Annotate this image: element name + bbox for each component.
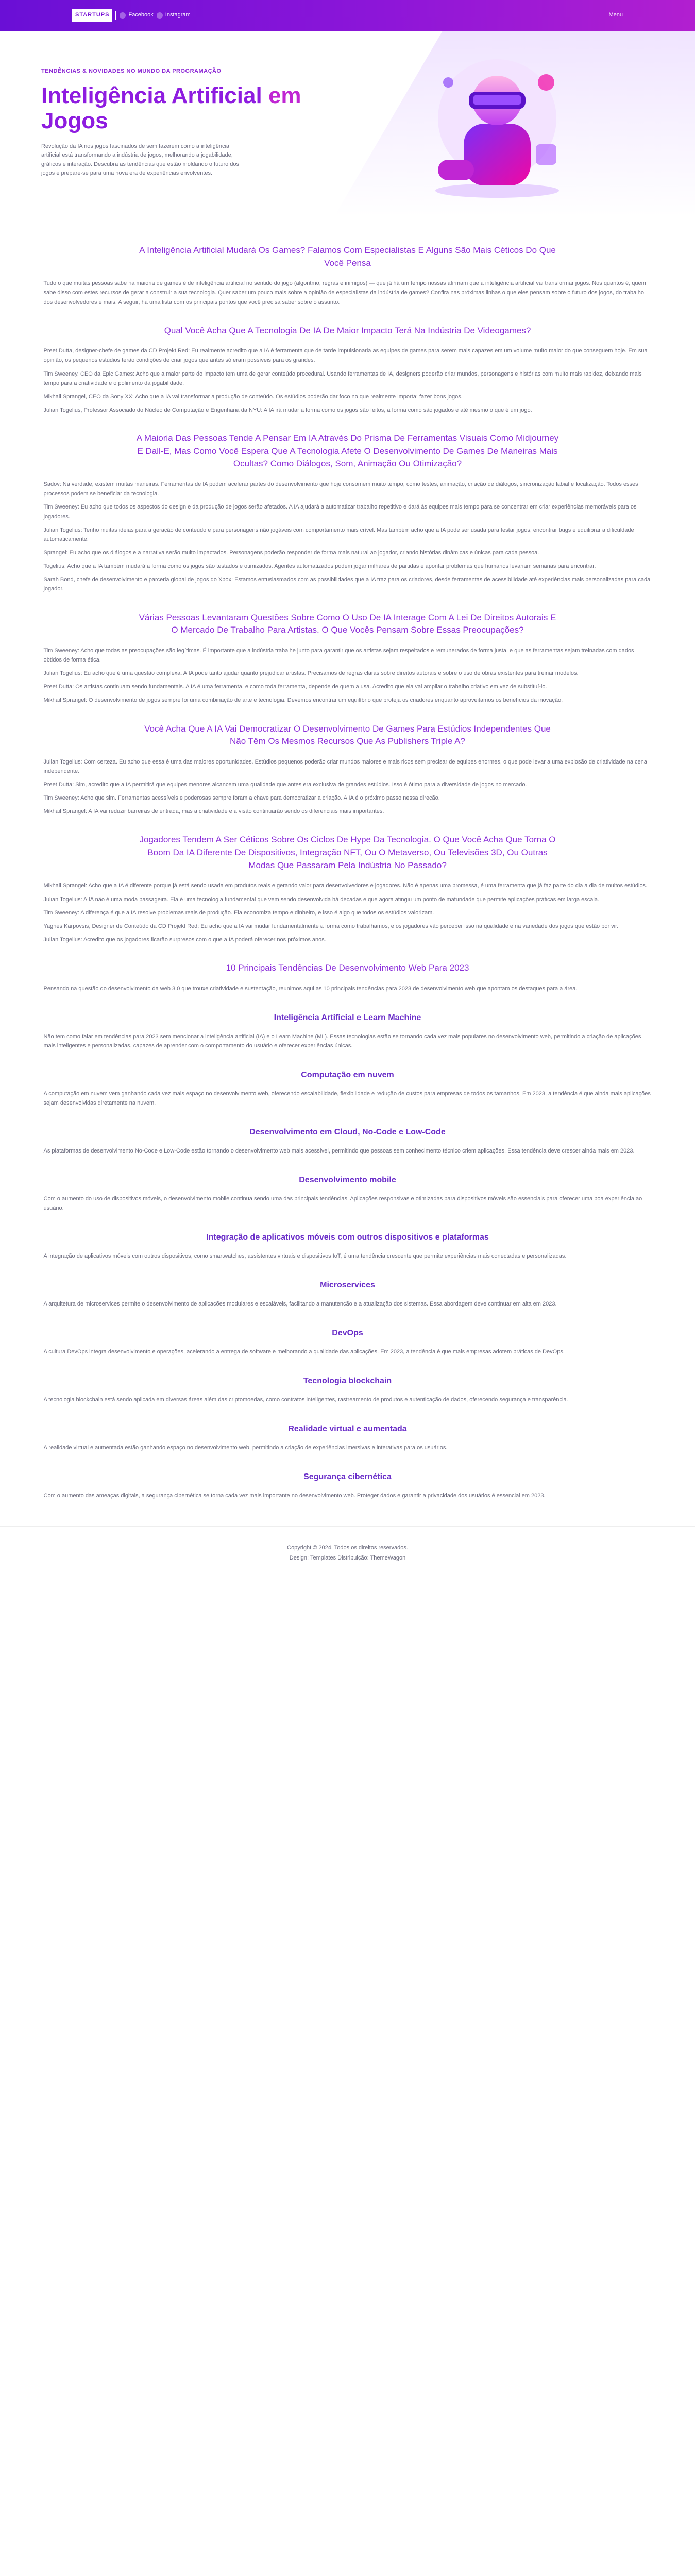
trend-title: Realidade virtual e aumentada — [288, 1424, 407, 1433]
hero-title: Inteligência Artificial em Jogos — [41, 83, 301, 134]
trend-title: Computação em nuvem — [301, 1070, 394, 1079]
section-paragraph: Julian Togelius: A IA não é uma moda pas… — [43, 896, 600, 903]
trend-title: Integração de aplicativos móveis com out… — [206, 1233, 489, 1242]
footer-credits: Design: Templates Distribuição: ThemeWag… — [289, 1554, 406, 1561]
site-footer: Copyright © 2024. Todos os direitos rese… — [0, 1526, 695, 1585]
section-paragraph: Sprangel: Eu acho que os diálogos e a na… — [43, 549, 539, 556]
trend-title: Inteligência Artificial e Learn Machine — [274, 1013, 421, 1022]
top-bar: STARTUPS Facebook Instagram Menu — [0, 0, 695, 31]
section-paragraph: Mikhail Sprangel: O desenvolvimento de j… — [43, 697, 563, 704]
section-paragraph: Togelius: Acho que a IA também mudará a … — [43, 563, 596, 570]
trend-paragraph: A arquitetura de microservices permite o… — [43, 1300, 557, 1307]
trend-paragraph: A realidade virtual e aumentada estão ga… — [43, 1444, 448, 1451]
section-paragraph: Preet Dutta: Sim, acredito que a IA perm… — [43, 782, 527, 788]
hero-illustration — [435, 59, 559, 198]
trend-title: Desenvolvimento em Cloud, No-Code e Low-… — [249, 1128, 446, 1137]
facebook-label: Facebook — [128, 12, 154, 19]
section-paragraph: Tudo o que muitas pessoas sabe na maiori… — [43, 280, 646, 306]
instagram-icon — [156, 12, 163, 19]
trend-paragraph: Com o aumento do uso de dispositivos móv… — [43, 1195, 642, 1211]
trend-paragraph: A cultura DevOps integra desenvolvimento… — [43, 1348, 565, 1355]
section-title: Várias Pessoas Levantaram Questões Sobre… — [139, 612, 556, 635]
section-paragraph: Preet Dutta, designer-chefe de games da … — [43, 348, 648, 364]
trend-paragraph: A computação em nuvem vem ganhando cada … — [43, 1090, 651, 1106]
section-paragraph: Mikhail Sprangel, CEO da Sony XX: Acho q… — [43, 393, 463, 400]
section-paragraph: Mikhail Sprangel: A IA vai reduzir barre… — [43, 808, 384, 815]
section-paragraph: Tim Sweeney: A diferença é que a IA reso… — [43, 909, 434, 916]
instagram-link[interactable]: Instagram — [156, 11, 191, 20]
menu-link[interactable]: Menu — [608, 11, 623, 20]
section-paragraph: Julian Togelius: Com certeza. Eu acho qu… — [43, 758, 647, 774]
trend-paragraph: Não tem como falar em tendências para 20… — [43, 1033, 641, 1049]
trend-paragraph: Com o aumento das ameaças digitais, a se… — [43, 1492, 546, 1499]
section-paragraph: Tim Sweeney: Eu acho que todos os aspect… — [43, 504, 637, 520]
section-paragraph: Julian Togelius: Acredito que os jogador… — [43, 936, 326, 943]
trends-intro: Pensando na questão do desenvolvimento d… — [43, 985, 578, 992]
hero-description: Revolução da IA nos jogos fascinados de … — [41, 143, 240, 177]
trend-paragraph: As plataformas de desenvolvimento No-Cod… — [43, 1147, 635, 1154]
article-content: A Inteligência Artificial Mudará Os Game… — [44, 216, 652, 1500]
trend-title: Microservices — [320, 1281, 375, 1290]
section-paragraph: Mikhail Sprangel: Acho que a IA é difere… — [43, 883, 648, 889]
facebook-link[interactable]: Facebook — [120, 11, 154, 20]
trend-title: Tecnologia blockchain — [303, 1376, 392, 1385]
section-title: Você Acha Que A IA Vai Democratizar O De… — [144, 723, 551, 747]
section-paragraph: Julian Togelius: Tenho muitas ideias par… — [43, 527, 634, 543]
footer-copyright: Copyright © 2024. Todos os direitos rese… — [287, 1544, 408, 1551]
section-paragraph: Sarah Bond, chefe de desenvolvimento e p… — [43, 577, 651, 592]
trends-title: 10 Principais Tendências De Desenvolvime… — [226, 963, 469, 973]
trend-paragraph: A tecnologia blockchain está sendo aplic… — [43, 1396, 568, 1403]
trend-title: Segurança cibernética — [303, 1472, 392, 1481]
trend-title: Desenvolvimento mobile — [299, 1175, 396, 1184]
section-paragraph: Julian Togelius: Eu acho que é uma quest… — [43, 670, 579, 677]
section-paragraph: Tim Sweeney, CEO da Epic Games: Acho que… — [43, 370, 642, 386]
brand-logo[interactable]: STARTUPS Facebook Instagram — [72, 9, 191, 22]
section-title: A Inteligência Artificial Mudará Os Game… — [139, 245, 556, 268]
section-paragraph: Preet Dutta: Os artistas continuam sendo… — [43, 684, 547, 690]
instagram-label: Instagram — [165, 12, 191, 19]
facebook-icon — [120, 12, 126, 19]
trend-title: DevOps — [332, 1328, 363, 1337]
section-title: Qual Você Acha Que A Tecnologia De IA De… — [164, 325, 531, 335]
brand-divider — [115, 11, 117, 20]
section-paragraph: Yagnes Karpovsis, Designer de Conteúdo d… — [43, 923, 619, 929]
hero-kicker: TENDÊNCIAS & NOVIDADES NO MUNDO DA PROGR… — [41, 68, 222, 74]
section-title: Jogadores Tendem A Ser Céticos Sobre Os … — [139, 835, 556, 870]
section-paragraph: Julian Togelius, Professor Associado do … — [43, 407, 532, 414]
section-paragraph: Tim Sweeney: Acho que todas as preocupaç… — [43, 647, 634, 663]
section-title: A Maioria Das Pessoas Tende A Pensar Em … — [136, 433, 559, 469]
brand-name: STARTUPS — [72, 9, 113, 22]
hero-section: TENDÊNCIAS & NOVIDADES NO MUNDO DA PROGR… — [0, 31, 695, 216]
section-paragraph: Tim Sweeney: Acho que sim. Ferramentas a… — [43, 795, 440, 802]
section-paragraph: Sadov: Na verdade, existem muitas maneir… — [43, 481, 638, 497]
trend-paragraph: A integração de aplicativos móveis com o… — [43, 1252, 567, 1259]
